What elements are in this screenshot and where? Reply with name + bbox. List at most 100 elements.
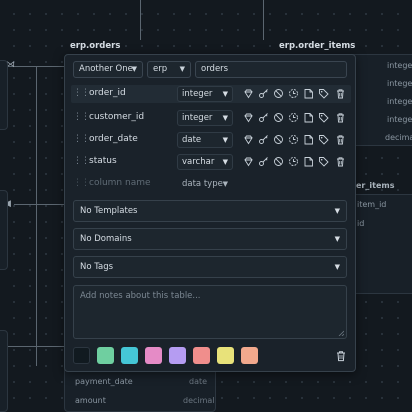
column-name-input[interactable]: order_id (89, 88, 126, 98)
color-swatch[interactable] (241, 347, 258, 364)
table-card[interactable] (0, 60, 8, 130)
data-type-select[interactable]: integer ▼ (177, 110, 233, 126)
data-type-select[interactable]: varchar ▼ (177, 154, 233, 170)
not-null-icon[interactable] (273, 134, 284, 145)
tag-icon[interactable] (318, 156, 329, 167)
drag-handle-icon[interactable]: ⋮⋮ (73, 89, 90, 98)
relation-line (36, 66, 37, 366)
table-card[interactable]: item_id id (352, 194, 412, 294)
column-name-input[interactable]: column name (89, 178, 151, 188)
color-swatch[interactable] (169, 347, 186, 364)
color-swatch[interactable] (121, 347, 138, 364)
chevron-down-icon: ▼ (131, 65, 137, 73)
column-row[interactable]: ⋮⋮ status varchar ▼ (71, 153, 351, 171)
data-type-value: varchar (182, 157, 215, 167)
column-type: integer (387, 97, 412, 106)
notes-textarea[interactable]: Add notes about this table... (73, 285, 347, 339)
chevron-down-icon: ▼ (179, 65, 185, 73)
data-type-placeholder: data type (182, 179, 223, 189)
chevron-down-icon: ▼ (222, 90, 228, 98)
table-card[interactable] (0, 190, 8, 270)
column-name-input[interactable]: status (89, 156, 117, 166)
column-name: id (357, 219, 365, 228)
primary-key-icon[interactable] (258, 134, 269, 145)
column-name: amount (75, 396, 106, 405)
column-name: item_id (357, 200, 387, 209)
resize-handle-icon[interactable] (338, 330, 344, 336)
color-swatch[interactable] (97, 347, 114, 364)
domains-value: No Domains (80, 234, 132, 244)
drag-handle-icon: ⋮⋮ (73, 178, 90, 188)
color-swatch[interactable] (73, 347, 90, 364)
chevron-down-icon: ▼ (334, 263, 340, 271)
delete-column-icon[interactable] (335, 88, 346, 99)
table-card[interactable] (0, 330, 8, 412)
auto-increment-icon[interactable] (288, 134, 299, 145)
relation-line (263, 0, 264, 40)
data-type-value: integer (182, 113, 213, 123)
templates-select[interactable]: No Templates ▼ (73, 200, 347, 222)
unique-icon[interactable] (243, 112, 254, 123)
tag-icon[interactable] (318, 88, 329, 99)
comment-icon[interactable] (303, 112, 314, 123)
not-null-icon[interactable] (273, 156, 284, 167)
schema-select[interactable]: erp ▼ (147, 61, 191, 78)
column-name-input[interactable]: order_date (89, 134, 138, 144)
auto-increment-icon[interactable] (288, 112, 299, 123)
table-title[interactable]: erp.orders (70, 41, 120, 51)
table-title[interactable]: erp.order_items (279, 41, 355, 51)
chevron-down-icon: ▼ (222, 158, 228, 166)
primary-key-icon[interactable] (258, 88, 269, 99)
chevron-down-icon: ▼ (222, 180, 228, 188)
column-row[interactable]: ⋮⋮ customer_id integer ▼ (71, 109, 351, 127)
comment-icon[interactable] (303, 88, 314, 99)
column-type: integer (387, 79, 412, 88)
table-title[interactable]: er_items (356, 181, 394, 190)
delete-column-icon[interactable] (335, 112, 346, 123)
delete-column-icon[interactable] (335, 156, 346, 167)
column-name-input[interactable]: customer_id (89, 112, 144, 122)
domains-select[interactable]: No Domains ▼ (73, 228, 347, 250)
data-type-select[interactable]: integer ▼ (177, 86, 233, 102)
auto-increment-icon[interactable] (288, 156, 299, 167)
unique-icon[interactable] (243, 156, 254, 167)
delete-table-icon[interactable] (335, 350, 347, 362)
schema-group-select[interactable]: Another One ▼ (73, 61, 143, 78)
primary-key-icon[interactable] (258, 156, 269, 167)
drag-handle-icon[interactable]: ⋮⋮ (73, 157, 90, 166)
primary-key-icon[interactable] (258, 112, 269, 123)
not-null-icon[interactable] (273, 88, 284, 99)
notes-placeholder: Add notes about this table... (80, 291, 201, 301)
not-null-icon[interactable] (273, 112, 284, 123)
schema-value: erp (153, 64, 168, 74)
drag-handle-icon[interactable]: ⋮⋮ (73, 135, 90, 144)
delete-column-icon[interactable] (335, 134, 346, 145)
chevron-down-icon: ▼ (222, 114, 228, 122)
tags-select[interactable]: No Tags ▼ (73, 256, 347, 278)
relation-line (140, 0, 141, 40)
new-column-row: ⋮⋮ column name data type ▼ (71, 175, 351, 193)
color-swatch[interactable] (193, 347, 210, 364)
auto-increment-icon[interactable] (288, 88, 299, 99)
column-type: integer (387, 115, 412, 124)
table-card[interactable]: payment_date date amount decimal (64, 366, 216, 412)
data-type-select[interactable]: date ▼ (177, 132, 233, 148)
unique-icon[interactable] (243, 134, 254, 145)
table-name-input[interactable]: orders (195, 61, 347, 78)
drag-handle-icon[interactable]: ⋮⋮ (73, 113, 90, 122)
templates-value: No Templates (80, 206, 138, 216)
data-type-value: date (182, 135, 202, 145)
comment-icon[interactable] (303, 134, 314, 145)
color-swatch[interactable] (145, 347, 162, 364)
comment-icon[interactable] (303, 156, 314, 167)
relation-line (0, 346, 64, 347)
relation-line (14, 204, 64, 205)
tag-icon[interactable] (318, 134, 329, 145)
color-swatch[interactable] (217, 347, 234, 364)
tag-icon[interactable] (318, 112, 329, 123)
unique-icon[interactable] (243, 88, 254, 99)
column-row[interactable]: ⋮⋮ order_date date ▼ (71, 131, 351, 149)
data-type-select[interactable]: data type ▼ (177, 176, 233, 192)
column-row[interactable]: ⋮⋮ order_id integer ▼ (71, 85, 351, 103)
column-type: decimal (385, 133, 412, 142)
